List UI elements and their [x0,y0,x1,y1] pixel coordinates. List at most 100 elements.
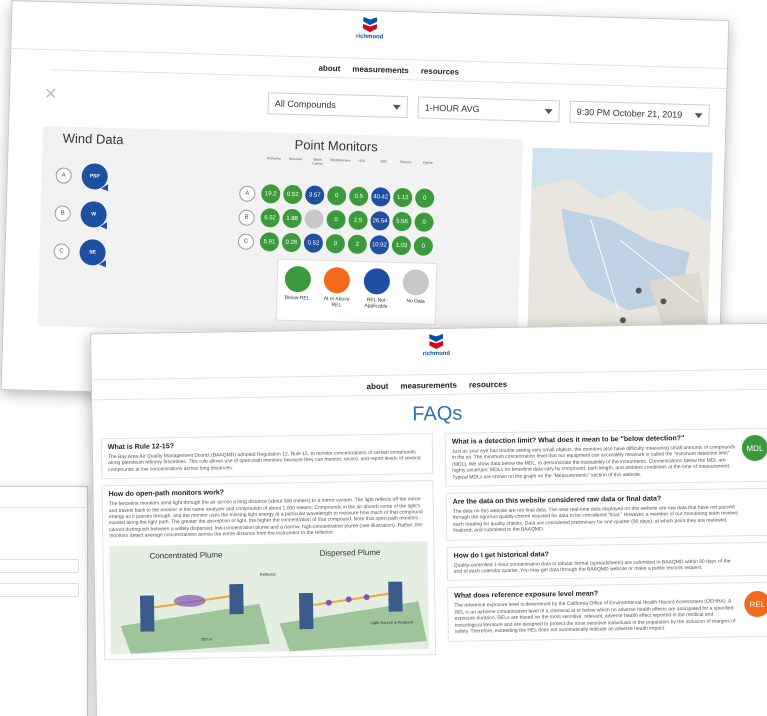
chevron-down-icon [392,104,401,110]
faq-answer: The reference exposure level is determin… [454,598,736,635]
chevron-logo[interactable]: richmond [91,329,767,363]
compound-header: H2S [358,158,365,163]
wind-direction-icon: W [80,201,107,228]
nav-measurements[interactable]: measurements [352,65,409,76]
datetime-select[interactable]: 9:30 PM October 21, 2019 [569,100,710,127]
legend-swatch [402,269,430,296]
legend-item-no-data: No Data [397,269,434,324]
reading-dot[interactable]: 6.52 [260,208,280,228]
faq-card: What is Rule 12-15? The Bay Area Air Qua… [100,433,434,480]
map-graphic [527,147,713,353]
reading-dot[interactable]: 5.91 [259,232,280,252]
reading-dot[interactable]: 19.2 [261,184,281,204]
logo-text: richmond [422,350,451,358]
legend-label: No Data [406,298,425,305]
close-icon[interactable]: ✕ [44,84,58,104]
faq-answer: Just as your eye has trouble seeing very… [451,444,736,481]
compound-header: Benzene [289,156,303,162]
chevron-logo-icon [363,17,377,33]
legend-swatch [284,265,312,293]
wind-row-a[interactable]: A PSP [55,162,109,190]
nav-resources[interactable]: resources [421,67,459,77]
interval-select-value: 1-HOUR AVG [424,102,480,115]
partial-window [0,486,89,716]
chevron-logo-icon [429,334,443,350]
nav-measurements[interactable]: measurements [400,381,457,391]
legend-label: At or Above REL [323,295,350,309]
legend-label: Below REL [284,294,310,302]
illustration-label-concentrated: Concentrated Plume [149,550,223,561]
chevron-logo[interactable]: richmond [12,7,728,50]
reading-dot[interactable]: 0 [326,185,347,206]
reading-dot[interactable]: 0 [414,212,434,232]
compound-header: Xylene [422,160,433,165]
status-legend: Below REL At or Above REL REL Not Applic… [275,258,438,326]
datetime-select-value: 9:30 PM October 21, 2019 [576,106,683,120]
field-box [0,559,79,573]
reading-dot[interactable]: 2.5 [348,210,368,231]
nav-about[interactable]: about [367,382,389,391]
faq-answer: The fenceline monitors send light throug… [108,496,423,540]
compound-header: Toluene [399,159,412,165]
reading-dot-no-data[interactable] [304,209,324,229]
reading-dot[interactable]: 0.52 [303,233,324,253]
site-marker: C [53,243,70,260]
faq-column-left: What is Rule 12-15? The Bay Area Air Qua… [100,433,437,666]
compound-header: Ammonia [266,156,281,161]
site-marker: B [238,208,255,226]
page-title: FAQs [412,402,463,426]
faq-card: How do open-path monitors work? The fenc… [101,480,437,660]
wind-direction-icon: PSP [81,163,109,190]
compound-select[interactable]: All Compounds [267,92,409,119]
site-marker: A [239,184,256,202]
logo-text: richmond [355,33,384,41]
reading-dot[interactable]: 0.52 [283,184,303,205]
reading-dot[interactable]: 0 [414,188,435,208]
filter-bar: All Compounds 1-HOUR AVG 9:30 PM October… [267,92,710,127]
faq-answer: The data on this website are not final d… [452,504,739,535]
mdl-badge: MDL [741,434,767,462]
site-marker: A [55,167,72,184]
monitor-map[interactable] [527,147,713,353]
reading-dot[interactable]: 1.03 [391,235,412,256]
reading-dot[interactable]: 10.92 [369,235,390,255]
wind-direction-icon: SE [79,239,106,266]
faq-card: What is a detection limit? What does it … [444,427,767,487]
reading-dot[interactable]: 2 [347,234,368,255]
reading-dot[interactable]: 0 [325,233,346,254]
faq-card: How do I get historical data? Quality-co… [446,541,767,582]
divider [0,507,89,508]
wind-row-c[interactable]: C SE [53,238,106,266]
faq-columns: What is Rule 12-15? The Bay Area Air Qua… [100,427,767,666]
illustration-label-dispersed: Dispersed Plume [319,547,381,558]
illustration-distance: 200 m [200,636,213,642]
reading-dot[interactable]: 40.42 [370,187,391,207]
site-marker: B [54,205,71,222]
reading-dot[interactable]: 1.88 [282,208,302,229]
legend-label: REL Not Applicable [364,297,388,310]
wind-row-b[interactable]: B W [54,200,107,228]
compound-select-value: All Compounds [274,98,336,111]
reading-dot[interactable]: 0.26 [281,232,302,253]
reading-dot[interactable]: 26.54 [370,211,390,231]
faq-answer: The Bay Area Air Quality Management Dist… [107,449,421,473]
illustration-reflector: Reflector [259,571,276,577]
chevron-down-icon [544,108,553,114]
faq-card: Are the data on this website considered … [445,487,767,541]
reading-dot[interactable]: 0 [413,236,434,256]
reading-dot[interactable]: 1.12 [392,187,413,208]
nav-about[interactable]: about [318,64,340,74]
faq-card: What does reference exposure level mean?… [447,582,767,642]
reading-dot[interactable]: 0 [326,209,346,230]
nav-resources[interactable]: resources [469,380,507,390]
faq-window: richmond about measurements resources FA… [90,322,767,716]
legend-item-rel-na: REL Not Applicable [357,267,394,323]
compound-header: Ethylbenzene [330,158,351,163]
legend-item-below-rel: Below REL [279,265,316,321]
reading-dot[interactable]: 5.56 [392,211,412,232]
field-box [0,583,79,597]
interval-select[interactable]: 1-HOUR AVG [417,96,560,123]
reading-dot[interactable]: 3.57 [304,185,325,205]
reading-dot[interactable]: 0.5 [348,186,369,207]
compound-header: SO2 [380,159,388,164]
